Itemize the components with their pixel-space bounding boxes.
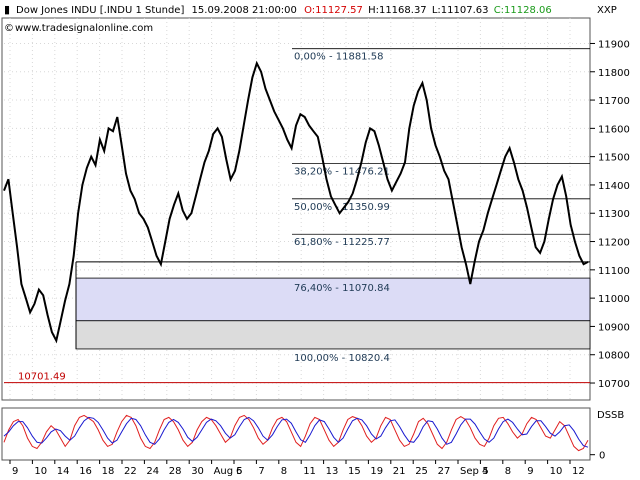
low-value: L:11107.63 <box>432 5 489 16</box>
y-tick-label: 11700 <box>598 96 630 107</box>
svg-text:Dow Jones INDU [.INDU 1 Stund: Dow Jones INDU [.INDU 1 Stunde] 15.09.20… <box>16 5 552 16</box>
x-tick-label: 22 <box>124 466 137 477</box>
y-tick-label: 11300 <box>598 209 630 220</box>
fib-level-label: 76,40% - 11070.84 <box>294 283 390 294</box>
y-tick-label: 11600 <box>598 124 630 135</box>
x-tick-label: 15 <box>348 466 361 477</box>
x-tick-label: 9 <box>12 466 18 477</box>
x-tick-label: 21 <box>393 466 406 477</box>
x-tick-label: 12 <box>572 466 585 477</box>
x-tick-label: 5 <box>482 466 488 477</box>
osc-tick-label: 0 <box>599 451 605 462</box>
y-axis: 10700 10800 10900 11000 11100 11200 11300 11400… <box>590 39 630 462</box>
x-tick-label: 13 <box>326 466 339 477</box>
symbol-title: Dow Jones INDU [.INDU 1 Stunde] <box>16 5 184 16</box>
y-tick-label: 11900 <box>598 39 630 50</box>
x-tick-label: 19 <box>370 466 383 477</box>
x-tick-label: 8 <box>281 466 287 477</box>
x-tick-label: 28 <box>169 466 182 477</box>
x-tick-label: 25 <box>415 466 428 477</box>
fib-level-label: 61,80% - 11225.77 <box>294 237 390 248</box>
close-value: C:11128.06 <box>494 5 552 16</box>
fib-level-label: 38,20% - 11476.21 <box>294 166 390 177</box>
x-tick-label: 10 <box>550 466 563 477</box>
x-tick-label: 18 <box>102 466 115 477</box>
y-tick-label: 11500 <box>598 153 630 164</box>
open-value: O:11127.57 <box>304 5 363 16</box>
x-tick-label: 10 <box>34 466 47 477</box>
x-axis: 9 10 14 16 18 22 24 28 30 Aug 56 7 8 11 13 15 19 21 25 27 S… <box>9 460 585 477</box>
y-tick-label: 11400 <box>598 181 630 192</box>
copyright-icon: © <box>4 23 14 34</box>
x-tick-label: 7 <box>258 466 264 477</box>
high-value: H:11168.37 <box>368 5 427 16</box>
oscillator-panel-frame <box>1 407 591 461</box>
y-tick-label: 10800 <box>598 351 630 362</box>
y-tick-label: 11000 <box>598 294 630 305</box>
y-tick-label: 11800 <box>598 68 630 79</box>
x-tick-label: 16 <box>79 466 92 477</box>
x-tick-label: 11 <box>303 466 316 477</box>
axis-code: XXP <box>597 5 617 16</box>
oscillator-title: DSSB <box>597 410 624 421</box>
y-tick-label: 11200 <box>598 238 630 249</box>
y-tick-label: 10700 <box>598 379 630 390</box>
x-tick-label: 6 <box>236 466 242 477</box>
price-chart: 0,00% - 11881.5838,20% - 11476.2150,00% … <box>1 3 630 477</box>
support-label: 10701.49 <box>18 372 66 383</box>
x-tick-label: 9 <box>527 466 533 477</box>
x-tick-label: 14 <box>57 466 70 477</box>
site-label: www.tradesignalonline.com <box>15 23 153 34</box>
x-tick-label: 8 <box>505 466 511 477</box>
x-tick-label: 30 <box>191 466 204 477</box>
x-tick-label: 27 <box>438 466 451 477</box>
y-tick-label: 11100 <box>598 266 630 277</box>
chart-icon: ▮ <box>4 3 10 16</box>
fib-level-label: 100,00% - 10820.4 <box>294 353 390 364</box>
datetime: 15.09.2008 21:00:00 <box>192 5 297 16</box>
y-tick-label: 10900 <box>598 322 630 333</box>
x-tick-label: 24 <box>146 466 159 477</box>
fib-level-label: 0,00% - 11881.58 <box>294 52 383 63</box>
fib-zone-lower <box>75 320 591 350</box>
